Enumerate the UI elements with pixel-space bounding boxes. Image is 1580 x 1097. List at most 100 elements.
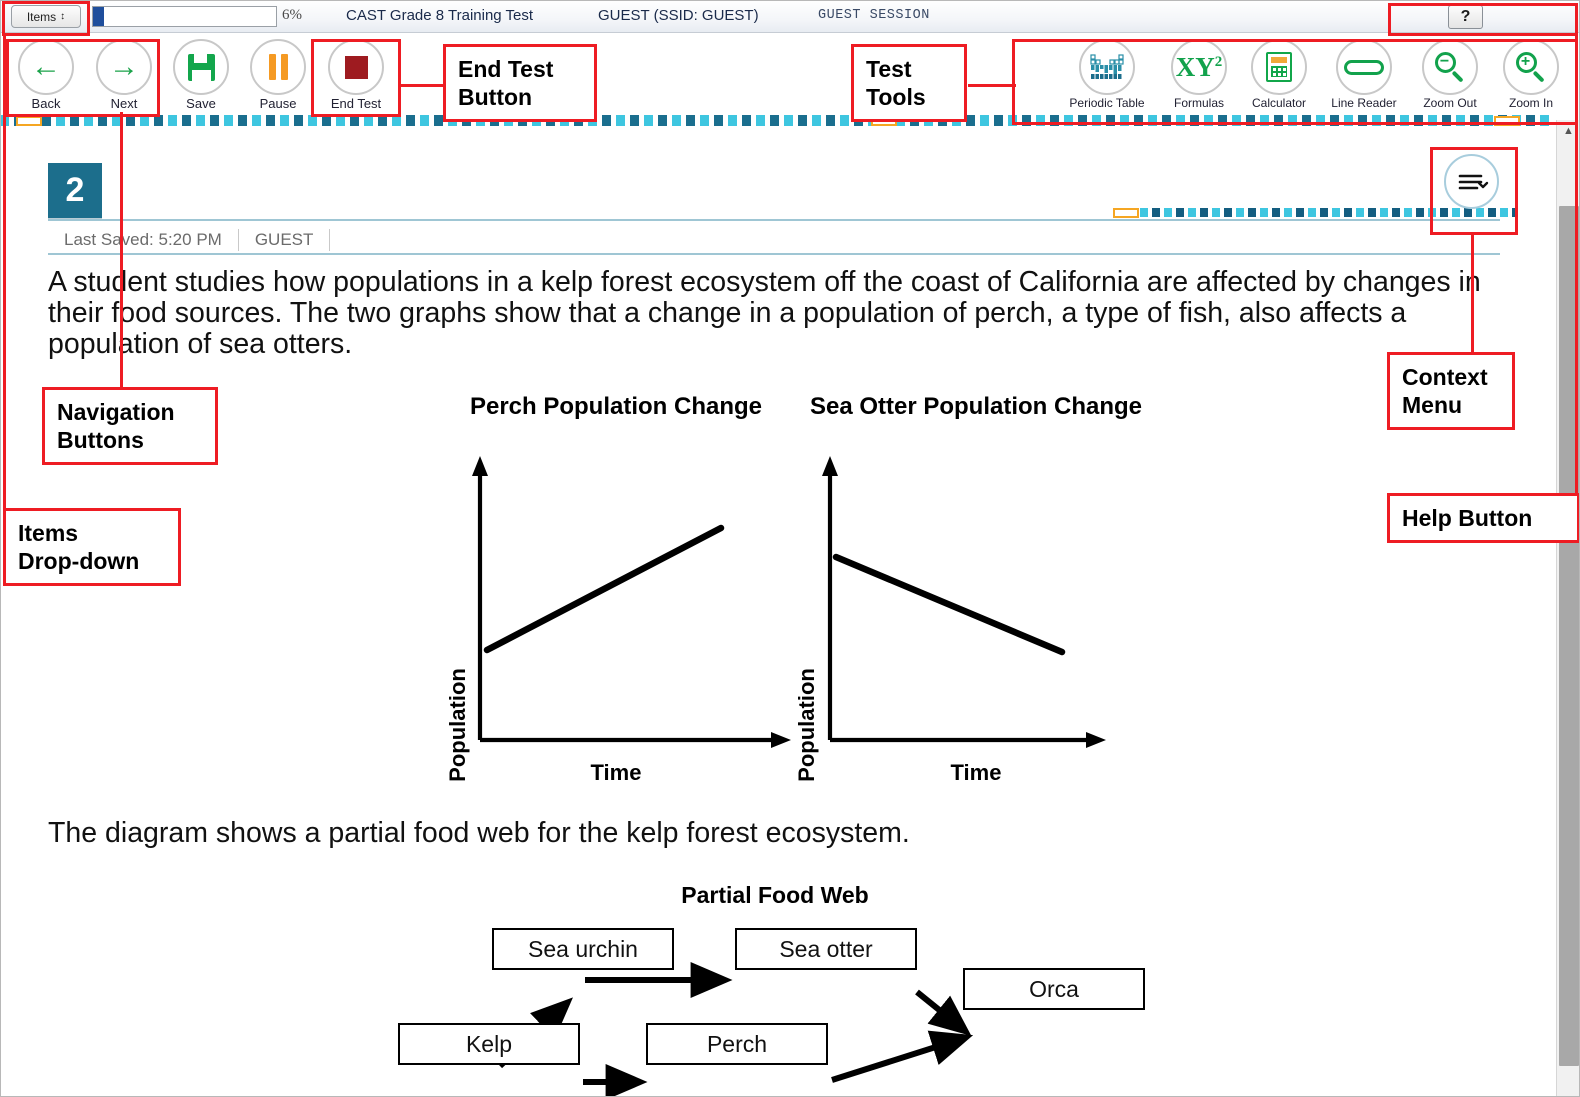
annotation-leader-test-tools (968, 84, 1016, 87)
sea-otter-chart-title: Sea Otter Population Change (790, 393, 1162, 422)
annotation-label-end-test: End Test Button (443, 44, 597, 123)
zoom-out-handle (1451, 70, 1464, 83)
annotation-leader-help-button (1575, 33, 1578, 493)
zoom-in-sign: + (1520, 52, 1531, 70)
student-name: GUEST (SSID: GUEST) (598, 7, 759, 24)
progress-percent-label: 6% (282, 7, 302, 23)
arrow-left-icon: ← (31, 50, 61, 83)
line-reader-circle (1336, 39, 1392, 95)
item-number-badge: 2 (48, 163, 102, 218)
back-button-circle: ← (18, 39, 74, 95)
items-dropdown[interactable]: Items ↕ (11, 5, 81, 28)
line-reader-tool[interactable]: Line Reader (1321, 39, 1407, 110)
line-reader-icon (1344, 59, 1384, 75)
food-web-node-orca: Orca (963, 968, 1145, 1010)
annotation-context-menu-line2: Menu (1402, 392, 1463, 419)
end-test-button-circle (328, 39, 384, 95)
xy-superscript: 2 (1214, 53, 1223, 70)
arrow-right-icon: → (109, 50, 139, 83)
next-button-label: Next (110, 96, 138, 111)
help-button-label: ? (1460, 8, 1471, 25)
calculator-icon (1266, 52, 1292, 82)
food-web-node-sea-urchin: Sea urchin (492, 928, 674, 970)
top-status-bar: Items ↕ 6% CAST Grade 8 Training Test GU… (0, 0, 1580, 33)
perch-chart-title-line1: Perch Population Change (469, 393, 763, 420)
perch-chart-title: Perch Population Change (430, 393, 802, 422)
periodic-table-icon (1090, 54, 1124, 80)
sea-otter-chart-title-line1: Sea Otter Population Change (809, 393, 1143, 420)
periodic-table-svg (1090, 54, 1124, 79)
back-button[interactable]: ← Back (3, 39, 89, 111)
periodic-table-tool[interactable]: Periodic Table (1064, 39, 1150, 110)
saved-bar-divider-2 (329, 228, 331, 251)
zoom-in-label: Zoom In (1508, 96, 1553, 110)
item-header-rule (48, 219, 1500, 221)
pause-button-circle (250, 39, 306, 95)
save-button[interactable]: Save (158, 39, 244, 111)
stop-square-icon (344, 55, 368, 79)
xy-glyph: XY (1175, 51, 1215, 82)
toolbar-focus-dashline (0, 115, 1552, 126)
back-button-label: Back (31, 96, 61, 111)
zoom-out-icon: − (1434, 51, 1466, 83)
saved-user-label: GUEST (254, 229, 314, 249)
progress-bar (92, 6, 277, 27)
end-test-button[interactable]: End Test (313, 39, 399, 111)
help-button[interactable]: ? (1448, 5, 1483, 29)
annotation-test-tools-line2: Tools (866, 84, 926, 111)
toolbar: ← Back → Next Save Pause End Test Period… (0, 33, 1580, 119)
zoom-in-icon: + (1515, 51, 1547, 83)
annotation-label-help-button: Help Button (1387, 493, 1580, 544)
end-test-button-label: End Test (330, 96, 382, 111)
zoom-out-label: Zoom Out (1423, 96, 1477, 110)
annotation-end-test-line2: Button (458, 84, 533, 111)
context-menu-button[interactable] (1444, 154, 1499, 209)
food-web-node-perch: Perch (646, 1023, 828, 1065)
annotation-label-test-tools: Test Tools (851, 44, 967, 123)
floppy-disk-icon (187, 53, 215, 81)
formulas-label: Formulas (1173, 96, 1224, 110)
formulas-circle: XY2 (1171, 39, 1227, 95)
dash-marker-left (16, 116, 42, 126)
zoom-in-circle: + (1503, 39, 1559, 95)
food-web-title: Partial Food Web (681, 882, 869, 908)
perch-population-chart (472, 456, 791, 748)
progress-bar-fill (93, 7, 104, 26)
calculator-tool[interactable]: Calculator (1236, 39, 1322, 110)
annotation-end-test-line1: End Test (458, 56, 554, 82)
items-dropdown-label: Items (26, 9, 57, 24)
annotation-label-items-dropdown: Items Drop-down (3, 508, 181, 587)
zoom-in-tool[interactable]: + Zoom In (1488, 39, 1574, 110)
pause-icon (268, 54, 288, 80)
calculator-label: Calculator (1251, 96, 1307, 110)
item-focus-dashline (1140, 208, 1515, 217)
annotation-items-dropdown-line2: Drop-down (18, 548, 140, 575)
save-button-label: Save (186, 96, 216, 111)
annotation-items-dropdown-line1: Items (18, 520, 79, 546)
zoom-out-tool[interactable]: − Zoom Out (1407, 39, 1493, 110)
annotation-context-menu-line1: Context (1402, 364, 1488, 390)
annotation-navigation-line1: Navigation (57, 399, 175, 425)
last-saved-label: Last Saved: 5:20 PM (64, 229, 222, 249)
next-button[interactable]: → Next (81, 39, 167, 111)
annotation-label-navigation-buttons: Navigation Buttons (42, 387, 218, 466)
saved-status-bar: Last Saved: 5:20 PM GUEST (48, 226, 1500, 255)
formulas-tool[interactable]: XY2 Formulas (1156, 39, 1242, 110)
xy-squared-icon: XY2 (1175, 51, 1223, 82)
stem-paragraph-1: A student studies how populations in a k… (48, 266, 1481, 360)
sea-otter-population-chart (822, 456, 1106, 748)
annotation-navigation-line2: Buttons (57, 427, 144, 454)
dash-marker-right (1494, 116, 1520, 126)
save-button-circle (173, 39, 229, 95)
periodic-table-circle (1079, 39, 1135, 95)
calculator-circle (1251, 39, 1307, 95)
annotation-leader-context-menu (1471, 232, 1474, 352)
pause-button[interactable]: Pause (235, 39, 321, 111)
perch-chart-xlabel: Time (590, 760, 642, 785)
stem-paragraph-2: The diagram shows a partial food web for… (48, 817, 910, 849)
annotation-leader-items-dropdown (3, 36, 6, 508)
item-content-pane: 2 Last Saved: 5:20 PM GUEST A student st… (0, 130, 1552, 1097)
annotation-leader-end-test (400, 84, 445, 87)
updown-chevron-icon: ↕ (60, 10, 66, 22)
zoom-out-circle: − (1422, 39, 1478, 95)
